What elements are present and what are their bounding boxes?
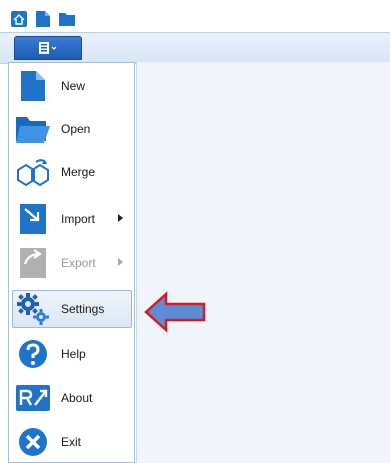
import-icon [15,201,51,237]
menu-item-import[interactable]: Import [12,200,132,238]
main-content-area [136,62,390,463]
menu-item-exit[interactable]: Exit [12,423,132,461]
menu-item-settings[interactable]: Settings [12,290,132,328]
menu-item-label: New [61,79,86,93]
menu-item-label: Settings [61,302,105,316]
help-icon [15,336,51,372]
menu-item-merge[interactable]: Merge [12,153,132,191]
quick-access-toolbar [10,8,76,30]
submenu-arrow-icon [118,258,123,266]
menu-item-label: Exit [61,435,82,449]
menu-item-about[interactable]: About [12,379,132,417]
submenu-arrow-icon [118,214,123,222]
menu-item-label: Open [61,122,91,136]
menu-item-open[interactable]: Open [12,110,132,148]
new-document-icon[interactable] [34,10,52,28]
menu-item-label: Merge [61,165,96,179]
menu-item-label: Export [61,256,96,270]
annotation-arrow-icon [144,291,206,336]
export-icon [15,245,51,281]
application-menu: New Open Merge Import Export Settings He… [8,62,135,463]
menu-item-label: Help [61,347,86,361]
application-menu-button[interactable] [14,36,82,60]
application-menu-icon [39,42,57,54]
home-icon[interactable] [10,10,28,28]
menu-item-help[interactable]: Help [12,335,132,373]
new-document-icon [15,68,51,104]
menu-item-label: Import [61,212,96,226]
menu-item-export[interactable]: Export [12,244,132,282]
settings-gears-icon [15,291,51,327]
open-folder-icon [15,111,51,147]
menu-item-new[interactable]: New [12,67,132,105]
about-icon [15,380,51,416]
exit-icon [15,424,51,460]
merge-icon [15,154,51,190]
menu-item-label: About [61,391,93,405]
folder-icon[interactable] [58,10,76,28]
